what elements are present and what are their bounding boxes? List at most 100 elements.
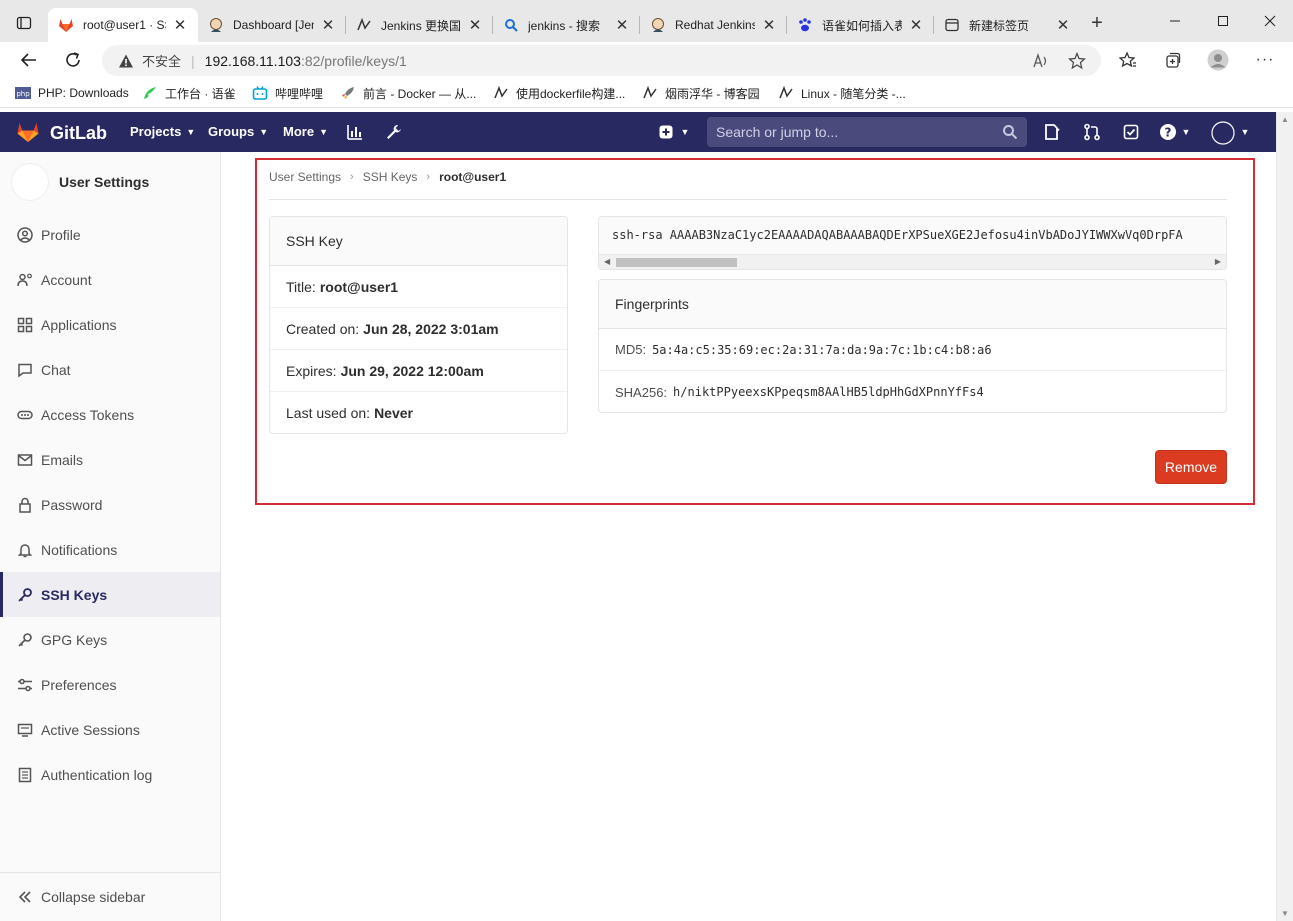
tab-yuque-table[interactable]: 语雀如何插入表 ✕: [787, 8, 934, 42]
scroll-down-icon[interactable]: ▼: [1281, 909, 1289, 918]
tab-actions-icon[interactable]: [10, 10, 38, 36]
key-created-row: Created on: Jun 28, 2022 3:01am: [270, 308, 567, 350]
close-tab-icon[interactable]: ✕: [1055, 17, 1071, 34]
close-tab-icon[interactable]: ✕: [467, 17, 483, 34]
more-options-icon[interactable]: ···: [1251, 46, 1279, 74]
sidebar-item-label: Authentication log: [41, 766, 153, 783]
close-tab-icon[interactable]: ✕: [172, 17, 188, 34]
chevron-down-icon[interactable]: ▼: [1236, 123, 1254, 141]
maximize-icon[interactable]: [1208, 8, 1238, 34]
sidebar-item-password[interactable]: Password: [0, 482, 220, 527]
close-tab-icon[interactable]: ✕: [614, 17, 630, 34]
bookmark-linux[interactable]: Linux - 随笔分类 -...: [778, 84, 906, 102]
breadcrumb-user-settings[interactable]: User Settings: [269, 170, 341, 184]
sidebar-item-authentication-log[interactable]: Authentication log: [0, 752, 220, 797]
remove-key-button[interactable]: Remove: [1155, 450, 1227, 484]
nav-more-dropdown[interactable]: More ▼: [283, 124, 328, 139]
tab-new-tab[interactable]: 新建标签页 ✕: [934, 8, 1081, 42]
activity-chart-icon[interactable]: [346, 123, 364, 141]
bookmark-yuque[interactable]: 工作台 · 语雀: [142, 84, 236, 102]
tab-redhat-jenkins[interactable]: Redhat Jenkins ✕: [640, 8, 787, 42]
bookmark-php-downloads[interactable]: php PHP: Downloads: [15, 84, 129, 102]
scroll-right-icon[interactable]: ▶: [1215, 257, 1221, 266]
sidebar-item-ssh-keys[interactable]: SSH Keys: [0, 572, 220, 617]
bookmark-docker[interactable]: 前言 - Docker — 从...: [340, 84, 476, 102]
scrollbar-thumb[interactable]: [616, 258, 737, 267]
tab-jenkins-mirror[interactable]: Jenkins 更换国 ✕: [346, 8, 493, 42]
new-item-plus-icon[interactable]: [657, 123, 675, 141]
admin-wrench-icon[interactable]: [385, 123, 403, 141]
gitlab-home-link[interactable]: GitLab: [16, 120, 107, 147]
bilibili-icon: [252, 85, 268, 101]
nav-projects-dropdown[interactable]: Projects ▼: [130, 124, 195, 139]
scroll-up-icon[interactable]: ▲: [1281, 115, 1289, 124]
title-value: root@user1: [319, 278, 399, 295]
help-icon[interactable]: ?: [1159, 123, 1177, 141]
minimize-icon[interactable]: [1160, 8, 1190, 34]
chevron-down-icon: ▼: [319, 126, 328, 137]
breadcrumb-ssh-keys[interactable]: SSH Keys: [363, 170, 418, 184]
collapse-sidebar-button[interactable]: Collapse sidebar: [0, 872, 220, 921]
url-path: :82/profile/keys/1: [300, 52, 407, 69]
back-arrow-icon[interactable]: [15, 46, 43, 74]
close-tab-icon[interactable]: ✕: [320, 17, 336, 34]
issues-icon[interactable]: [1043, 123, 1061, 141]
nav-groups-dropdown[interactable]: Groups ▼: [208, 124, 268, 139]
sidebar-header[interactable]: User Settings: [0, 152, 220, 212]
sidebar-item-applications[interactable]: Applications: [0, 302, 220, 347]
scroll-left-icon[interactable]: ◀: [604, 257, 610, 266]
tab-title: Dashboard [Jen: [233, 18, 314, 32]
sidebar-item-account[interactable]: Account: [0, 257, 220, 302]
merge-requests-icon[interactable]: [1083, 123, 1101, 141]
sidebar-item-access-tokens[interactable]: Access Tokens: [0, 392, 220, 437]
bookmark-bilibili[interactable]: 哔哩哔哩: [252, 84, 323, 102]
sidebar-item-emails[interactable]: Emails: [0, 437, 220, 482]
sidebar-item-notifications[interactable]: Notifications: [0, 527, 220, 572]
tab-gitlab-ssh[interactable]: root@user1 · SSH ✕: [48, 8, 198, 42]
tab-title: jenkins - 搜索: [528, 18, 601, 33]
horizontal-scrollbar[interactable]: ◀ ▶: [599, 254, 1226, 269]
chevron-down-icon[interactable]: ▼: [676, 123, 694, 141]
breadcrumb-current-key[interactable]: root@user1: [439, 170, 506, 184]
chevron-down-icon[interactable]: ▼: [1177, 123, 1195, 141]
expires-label: Expires:: [286, 362, 337, 379]
tab-jenkins-search[interactable]: jenkins - 搜索 ✕: [493, 8, 640, 42]
bookmarks-bar: php PHP: Downloads 工作台 · 语雀 哔哩哔哩 前言 - Do…: [0, 78, 1293, 108]
sidebar-item-gpg-keys[interactable]: GPG Keys: [0, 617, 220, 662]
tab-jenkins-dashboard[interactable]: Dashboard [Jen ✕: [198, 8, 346, 42]
todos-icon[interactable]: [1122, 123, 1140, 141]
favorites-icon[interactable]: [1114, 46, 1142, 74]
profile-avatar-icon[interactable]: [1204, 46, 1232, 74]
key-icon: [16, 586, 34, 604]
nav-more-label: More: [283, 124, 315, 139]
address-bar[interactable]: 不安全 | 192.168.11.103:82/profile/keys/1: [102, 45, 1101, 76]
created-value: Jun 28, 2022 3:01am: [363, 320, 499, 337]
user-avatar-icon[interactable]: [1211, 121, 1235, 145]
sidebar-item-profile[interactable]: Profile: [0, 212, 220, 257]
close-window-icon[interactable]: [1255, 8, 1285, 34]
reload-icon[interactable]: [59, 46, 87, 74]
bookmark-dockerfile[interactable]: 使用dockerfile构建...: [493, 84, 625, 102]
double-chevron-left-icon: [16, 888, 34, 906]
browser-toolbar: 不安全 | 192.168.11.103:82/profile/keys/1 ·…: [0, 42, 1293, 78]
chat-icon: [16, 361, 34, 379]
sidebar-item-label: SSH Keys: [41, 586, 108, 603]
collections-icon[interactable]: [1159, 46, 1187, 74]
sidebar-item-chat[interactable]: Chat: [0, 347, 220, 392]
read-aloud-icon[interactable]: [1032, 52, 1050, 70]
sidebar-item-active-sessions[interactable]: Active Sessions: [0, 707, 220, 752]
add-favorite-icon[interactable]: [1068, 52, 1086, 70]
new-tab-plus-icon[interactable]: +: [1086, 12, 1108, 34]
close-tab-icon[interactable]: ✕: [908, 17, 924, 34]
sidebar-item-label: Password: [41, 496, 103, 513]
close-tab-icon[interactable]: ✕: [761, 17, 777, 34]
ssh-public-key-box[interactable]: ssh-rsa AAAAB3NzaC1yc2EAAAADAQABAAABAQDE…: [598, 216, 1227, 270]
sidebar-item-label: Profile: [41, 226, 81, 243]
bookmark-cnblogs[interactable]: 烟雨浮华 - 博客园: [642, 84, 760, 102]
search-placeholder: Search or jump to...: [716, 124, 839, 140]
sha256-value: h/niktPPyeexsKPpeqsm8AAlHB5ldpHhGdXPnnYf…: [673, 385, 984, 399]
ssh-public-key-text: ssh-rsa AAAAB3NzaC1yc2EAAAADAQABAAABAQDE…: [612, 228, 1183, 242]
sidebar-item-preferences[interactable]: Preferences: [0, 662, 220, 707]
global-search-input[interactable]: Search or jump to...: [707, 117, 1027, 147]
page-vertical-scrollbar[interactable]: ▲ ▼: [1276, 112, 1293, 921]
